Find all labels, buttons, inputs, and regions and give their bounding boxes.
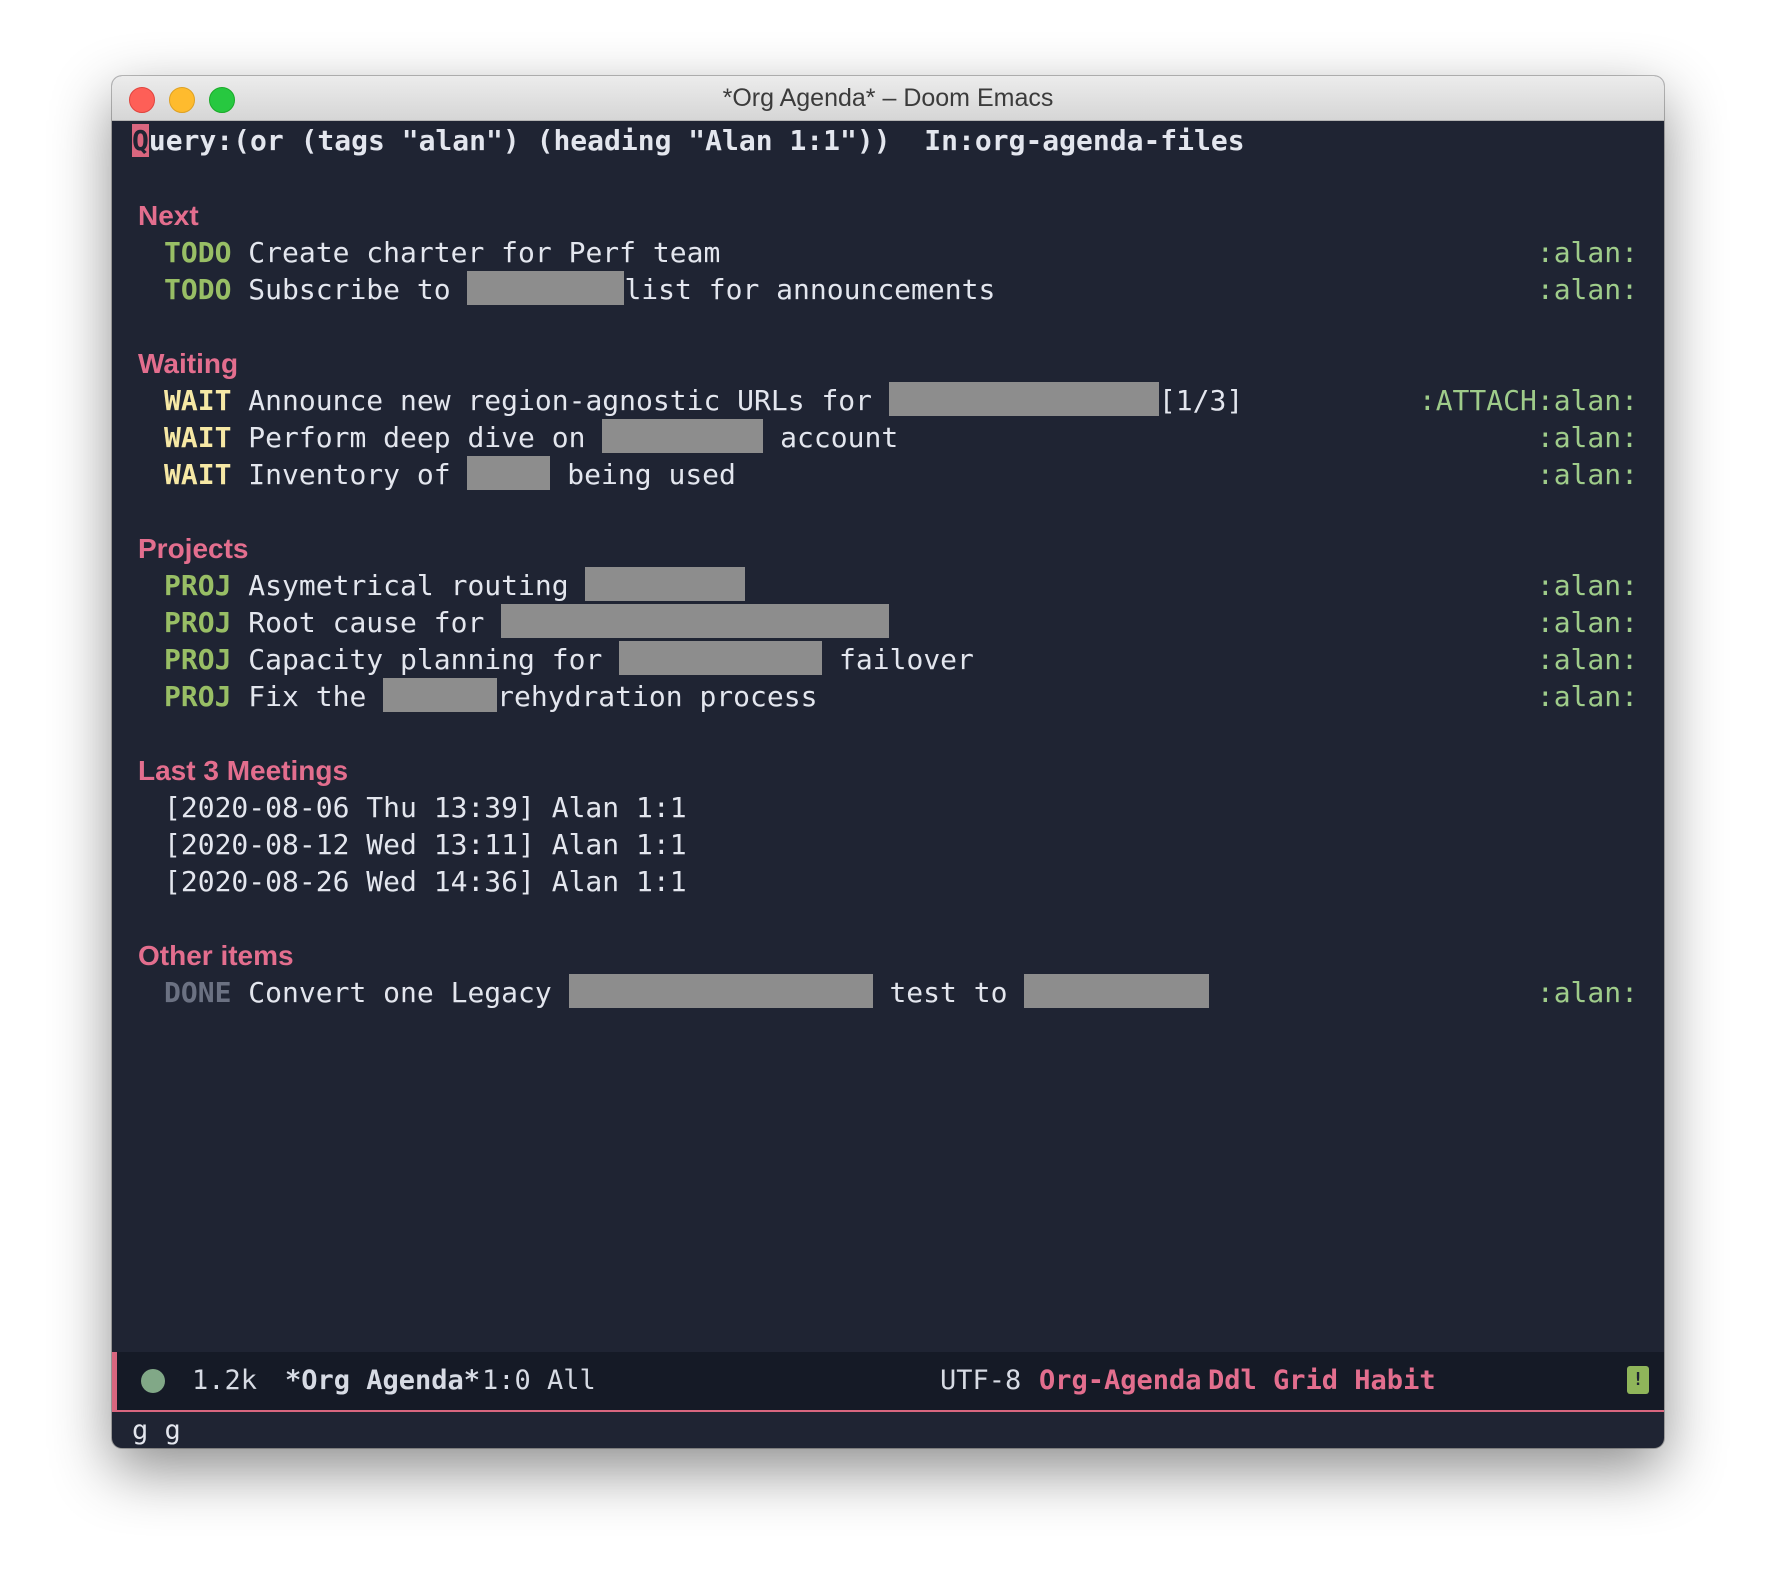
section-heading-other: Other items <box>138 940 294 971</box>
item-tags: :alan: <box>1536 236 1638 269</box>
agenda-item[interactable]: PROJ Fix the rehydration process :alan: <box>164 677 1664 717</box>
title-bar: *Org Agenda* – Doom Emacs <box>112 76 1664 121</box>
warning-icon <box>1627 1366 1649 1394</box>
meeting-entry[interactable]: [2020-08-26 Wed 14:36] Alan 1:1 <box>164 862 1664 902</box>
item-title: Perform deep dive on <box>231 421 603 454</box>
item-tags: :alan: <box>1536 606 1638 639</box>
redacted-block <box>1024 974 1210 1008</box>
todo-keyword: TODO <box>164 236 232 269</box>
item-title: Convert one Legacy <box>231 976 569 1009</box>
item-title: Create charter for Perf team <box>231 236 721 269</box>
buffer-name[interactable]: *Org Agenda* <box>285 1352 480 1410</box>
redacted-block <box>383 678 498 712</box>
item-tags: :alan: <box>1536 421 1638 454</box>
redacted-block <box>602 419 764 453</box>
redacted-block <box>501 604 890 638</box>
buffer-status-dot-icon <box>141 1369 165 1393</box>
item-title-cont: list for announcements <box>624 273 996 306</box>
item-tags: :alan: <box>1536 643 1638 676</box>
todo-keyword: PROJ <box>164 606 232 639</box>
redacted-block <box>619 641 823 675</box>
meeting-entry[interactable]: [2020-08-06 Thu 13:39] Alan 1:1 <box>164 788 1664 828</box>
item-tags: :alan: <box>1536 458 1638 491</box>
checkbox-stats: [1/3] <box>1158 384 1244 417</box>
item-title-cont: being used <box>550 458 736 491</box>
agenda-item[interactable]: PROJ Capacity planning for failover :alan… <box>164 640 1664 680</box>
item-title: Fix the <box>231 680 384 713</box>
todo-keyword: TODO <box>164 273 232 306</box>
agenda-item[interactable]: WAIT Announce new region-agnostic URLs f… <box>164 381 1664 421</box>
agenda-item[interactable]: TODO Subscribe to list for announcements… <box>164 270 1664 310</box>
item-title: Asymetrical routing <box>231 569 586 602</box>
redacted-block <box>467 456 551 490</box>
todo-keyword: PROJ <box>164 680 232 713</box>
todo-keyword: WAIT <box>164 421 232 454</box>
cursor-position: 1:0 All <box>482 1365 596 1396</box>
item-title: Inventory of <box>231 458 468 491</box>
redacted-block <box>568 974 873 1008</box>
emacs-window: *Org Agenda* – Doom Emacs Query:(or (tag… <box>112 76 1664 1448</box>
item-title: Root cause for <box>231 606 502 639</box>
item-title: Announce new region-agnostic URLs for <box>231 384 889 417</box>
window-title: *Org Agenda* – Doom Emacs <box>722 84 1054 112</box>
item-tags: :ATTACH:alan: <box>1418 384 1638 417</box>
agenda-item[interactable]: WAIT Perform deep dive on account :alan: <box>164 418 1664 458</box>
agenda-query-text: uery:(or (tags "alan") (heading "Alan 1:… <box>148 124 1245 157</box>
redacted-block <box>467 271 625 305</box>
item-title-cont: account <box>763 421 899 454</box>
todo-keyword: PROJ <box>164 643 232 676</box>
redacted-block <box>888 382 1159 416</box>
agenda-item[interactable]: TODO Create charter for Perf team :alan: <box>164 233 1664 273</box>
agenda-item[interactable]: DONE Convert one Legacy test to :alan: <box>164 973 1664 1013</box>
meeting-entry[interactable]: [2020-08-12 Wed 13:11] Alan 1:1 <box>164 825 1664 865</box>
todo-keyword: WAIT <box>164 458 232 491</box>
item-title-cont: test to <box>872 976 1025 1009</box>
agenda-buffer[interactable]: Query:(or (tags "alan") (heading "Alan 1… <box>112 121 1664 1421</box>
section-heading-next: Next <box>138 200 199 231</box>
text-cursor: Q <box>132 124 149 157</box>
item-title: Subscribe to <box>231 273 468 306</box>
mode-line: 1.2k *Org Agenda* 1:0 All UTF-8 Org-Agen… <box>112 1352 1664 1412</box>
section-heading-projects: Projects <box>138 533 249 564</box>
buffer-size: 1.2k <box>192 1365 258 1396</box>
agenda-item[interactable]: PROJ Root cause for :alan: <box>164 603 1664 643</box>
section-heading-waiting: Waiting <box>138 348 239 379</box>
item-title: Capacity planning for <box>231 643 620 676</box>
redacted-block <box>585 567 746 601</box>
echo-area: g g <box>132 1415 181 1446</box>
section-heading-meetings: Last 3 Meetings <box>138 755 349 786</box>
todo-keyword: DONE <box>164 976 232 1009</box>
item-tags: :alan: <box>1536 680 1638 713</box>
item-title-cont: rehydration process <box>497 680 818 713</box>
todo-keyword: PROJ <box>164 569 232 602</box>
agenda-item[interactable]: WAIT Inventory of being used :alan: <box>164 455 1664 495</box>
todo-keyword: WAIT <box>164 384 232 417</box>
item-title-cont: failover <box>822 643 974 676</box>
item-tags: :alan: <box>1536 976 1638 1009</box>
agenda-item[interactable]: PROJ Asymetrical routing :alan: <box>164 566 1664 606</box>
item-tags: :alan: <box>1536 273 1638 306</box>
minor-modes[interactable]: Ddl Grid Habit <box>1208 1352 1436 1410</box>
encoding[interactable]: UTF-8 <box>940 1352 1021 1410</box>
item-tags: :alan: <box>1536 569 1638 602</box>
agenda-query-line: Query:(or (tags "alan") (heading "Alan 1… <box>132 121 1664 161</box>
major-mode[interactable]: Org-Agenda <box>1039 1352 1202 1410</box>
